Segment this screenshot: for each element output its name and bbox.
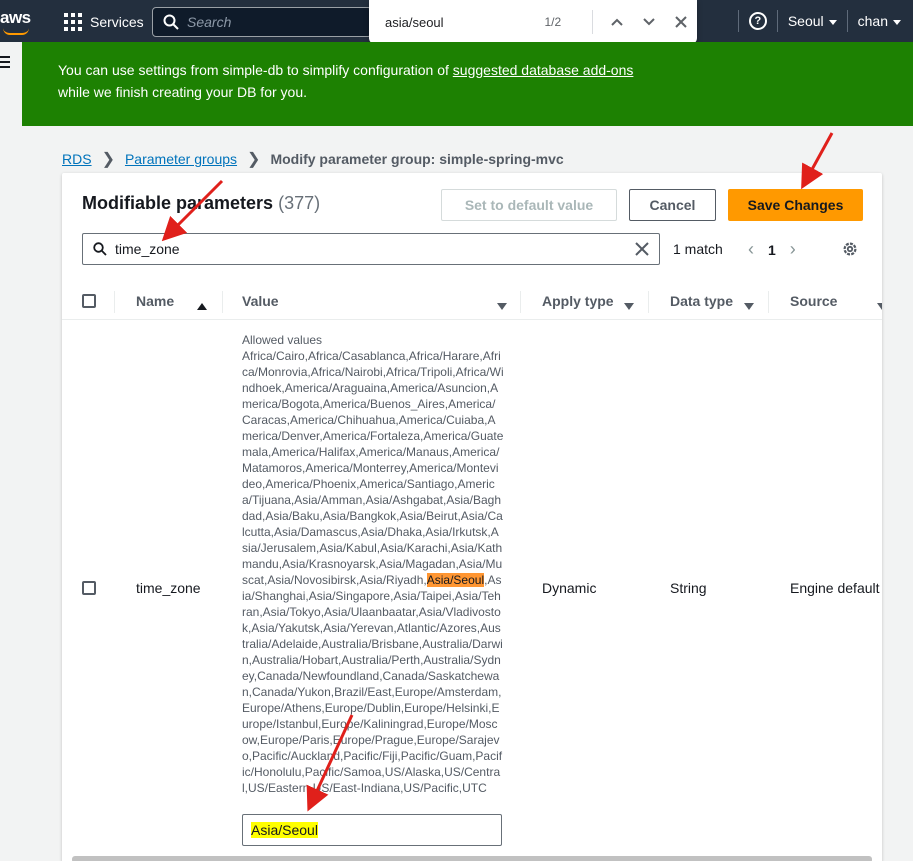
current-page[interactable]: 1 [768,242,776,258]
banner-text-start: You can use settings from simple-db to s… [58,62,453,78]
breadcrumb-rds[interactable]: RDS [62,151,92,167]
close-icon [675,16,687,28]
column-header-apply-type[interactable]: Apply type [542,293,614,309]
region-label: Seoul [787,13,824,29]
chevron-down-icon [893,19,901,25]
horizontal-scrollbar[interactable] [72,856,872,861]
column-divider [768,291,769,313]
value-text: Asia/Seoul [251,822,318,838]
chevron-right-icon: ❯ [101,151,115,168]
table-header: Name Value Apply type Data type Source [62,283,882,320]
filter-icon [744,297,754,313]
row-checkbox[interactable] [82,581,96,595]
nav-divider [737,10,739,32]
allowed-values-before: Africa/Cairo,Africa/Casablanca,Africa/Ha… [242,349,504,587]
search-icon [93,242,107,256]
column-header-data-type[interactable]: Data type [670,293,733,309]
aws-logo-text: aws [0,8,31,27]
find-previous-button[interactable] [601,6,633,38]
column-divider [648,291,649,313]
nav-divider [846,10,848,32]
data-type: String [670,580,707,596]
services-label: Services [90,14,144,30]
column-header-source[interactable]: Source [790,293,837,309]
banner-text-end: while we finish creating your DB for you… [58,84,307,100]
filter-icon [624,297,634,313]
gear-icon[interactable] [842,241,858,257]
panel-title-text: Modifiable parameters [82,193,274,213]
find-next-button[interactable] [633,6,665,38]
match-count: 1 match [673,241,723,257]
column-header-value[interactable]: Value [242,293,279,309]
filter-icon [877,297,882,313]
search-icon [163,14,179,30]
allowed-values-after: ,Asia/Shanghai,Asia/Singapore,Asia/Taipe… [242,573,503,795]
panel-title: Modifiable parameters (377) [82,193,320,214]
aws-logo[interactable]: aws [0,8,36,35]
breadcrumb-current: Modify parameter group: simple-spring-mv… [270,151,564,167]
addons-link[interactable]: suggested database add-ons [453,62,634,78]
nav-divider [776,10,778,32]
set-default-button[interactable]: Set to default value [441,189,617,221]
parameter-filter-input[interactable]: time_zone [82,233,660,265]
value-input[interactable]: Asia/Seoul [242,814,502,846]
info-banner: You can use settings from simple-db to s… [22,42,913,126]
breadcrumb-parameter-groups[interactable]: Parameter groups [125,151,237,167]
find-match-highlight: Asia/Seoul [426,573,485,587]
region-selector[interactable]: Seoul [788,13,837,29]
prev-page-button[interactable]: ‹ [748,239,754,260]
aws-smile-icon [3,28,29,35]
chevron-down-icon [828,19,837,25]
chevron-up-icon [611,18,623,26]
breadcrumb: RDS ❯ Parameter groups ❯ Modify paramete… [62,149,564,169]
allowed-values: Allowed values Africa/Cairo,Africa/Casab… [242,332,504,796]
filter-value: time_zone [115,241,180,257]
column-divider [520,291,521,313]
hamburger-menu-icon[interactable] [0,56,10,71]
find-match-count: 1/2 [544,15,562,29]
next-page-button[interactable]: › [790,239,796,260]
grid-icon [64,13,82,31]
sort-ascending-icon [197,297,207,313]
global-search-input[interactable]: Search [152,7,372,37]
allowed-values-label: Allowed values [242,333,323,347]
param-name: time_zone [136,580,201,596]
find-divider [592,10,594,34]
parameter-count: (377) [278,193,321,213]
pagination: ‹ 1 › [748,239,796,260]
filter-icon [497,297,507,313]
help-icon[interactable]: ? [748,12,767,30]
chevron-right-icon: ❯ [247,151,261,168]
column-header-name[interactable]: Name [136,293,174,309]
clear-icon[interactable] [635,242,649,256]
column-divider [114,291,115,313]
apply-type: Dynamic [542,580,597,596]
nav-right-group: ? Seoul chan [728,0,913,42]
account-menu[interactable]: chan [858,13,901,29]
account-label: chan [857,13,888,29]
cancel-button[interactable]: Cancel [629,189,716,221]
find-query-input[interactable]: asia/seoul [385,15,544,30]
browser-find-bar: asia/seoul 1/2 [369,0,697,44]
search-placeholder: Search [187,14,232,30]
select-all-checkbox[interactable] [82,294,96,308]
save-changes-button[interactable]: Save Changes [728,189,863,221]
find-close-button[interactable] [665,6,697,38]
chevron-down-icon [643,18,655,26]
column-divider [222,291,223,313]
modifiable-parameters-panel: Modifiable parameters (377) Set to defau… [62,173,882,861]
banner-text: You can use settings from simple-db to s… [58,59,648,103]
source: Engine default [790,580,880,596]
services-menu-button[interactable]: Services [64,12,144,32]
